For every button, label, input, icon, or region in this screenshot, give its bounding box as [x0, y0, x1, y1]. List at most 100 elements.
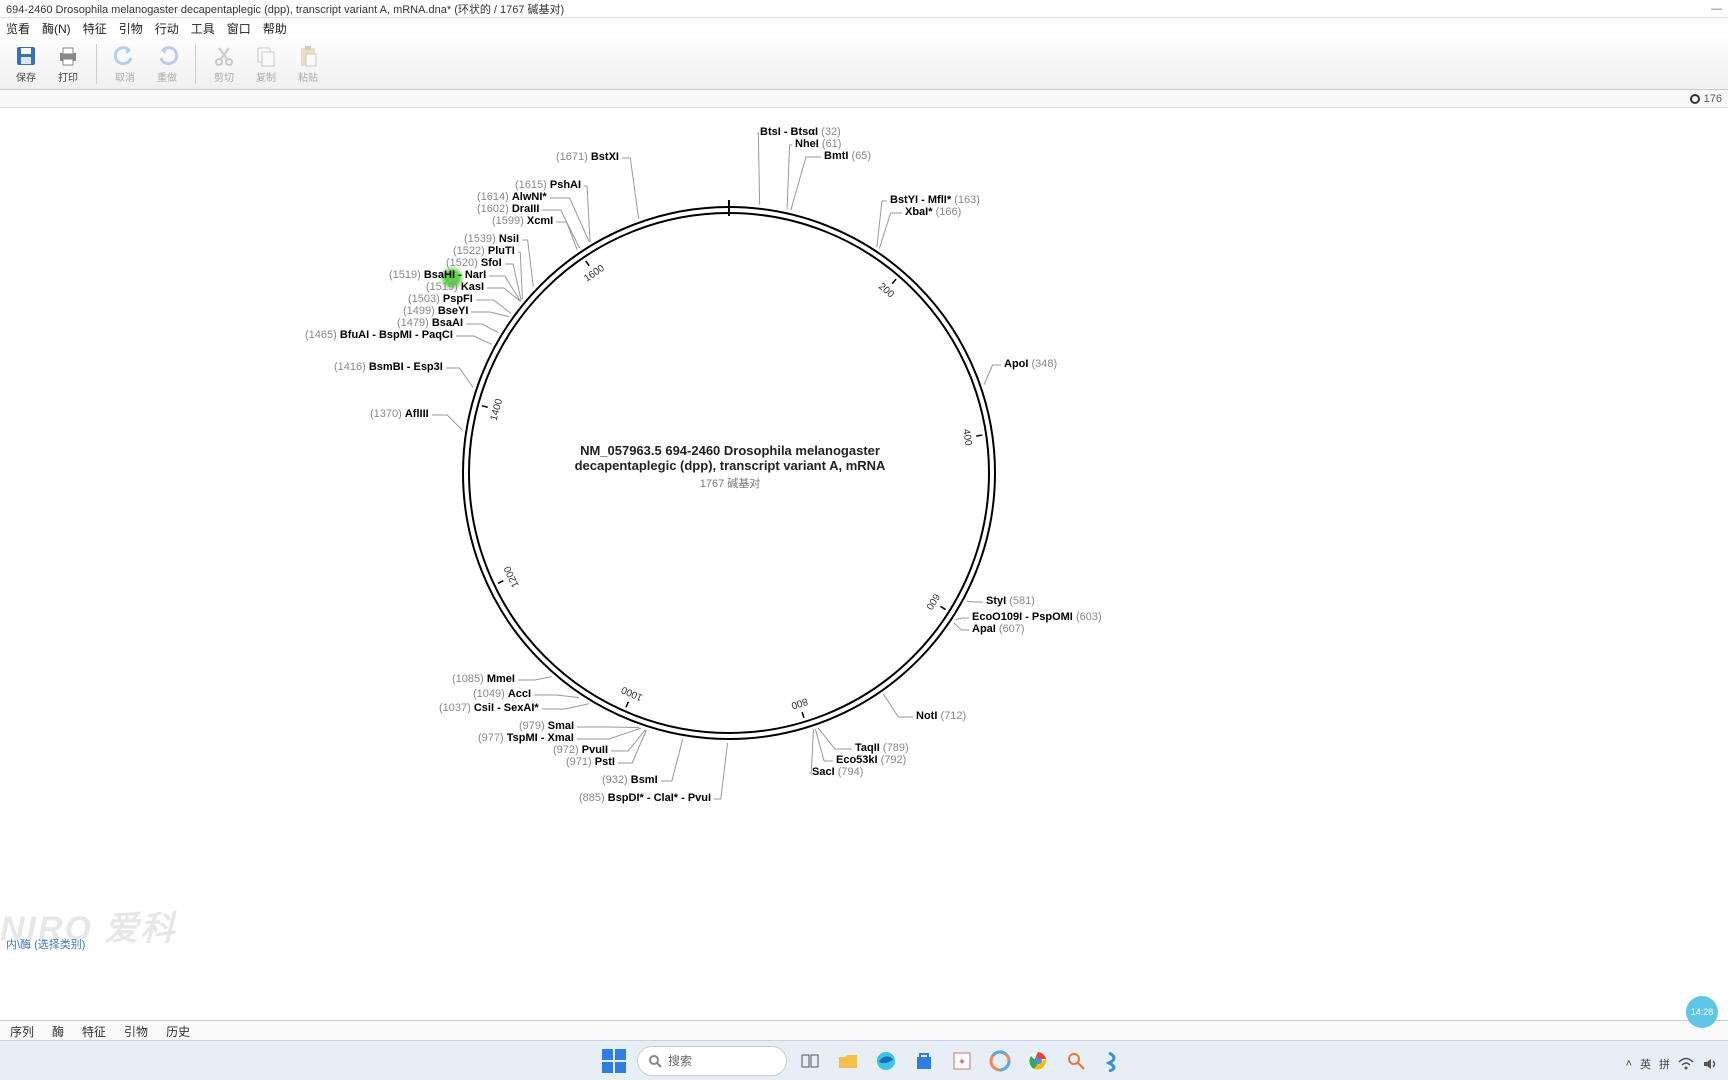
window-title: 694-2460 Drosophila melanogaster decapen… [6, 1, 564, 17]
edge-icon[interactable] [871, 1046, 901, 1076]
enzyme-site[interactable]: NheI (61) [795, 138, 841, 150]
enzyme-site[interactable]: EcoO109I - PspOMI (603) [972, 611, 1102, 623]
enzyme-site[interactable]: (1520) SfoI [446, 257, 502, 269]
store-icon[interactable] [909, 1046, 939, 1076]
enzyme-site[interactable]: BmtI (65) [824, 150, 871, 162]
enzyme-site[interactable]: (932) BsmI [602, 774, 658, 786]
undo-button[interactable]: 取消 [107, 42, 143, 86]
menu-actions[interactable]: 行动 [155, 20, 179, 36]
enzyme-site[interactable]: (885) BspDI* - ClaI* - PvuI [579, 792, 711, 804]
enzyme-site[interactable]: (1602) DraIII [477, 203, 539, 215]
wifi-icon[interactable] [1678, 1057, 1694, 1071]
title-bar: 694-2460 Drosophila melanogaster decapen… [0, 0, 1728, 18]
ime-lang[interactable]: 英 [1640, 1056, 1651, 1072]
menu-help[interactable]: 帮助 [263, 20, 287, 36]
paste-icon [296, 44, 320, 68]
enzyme-site[interactable]: (972) PvuII [553, 744, 608, 756]
start-button[interactable] [599, 1046, 629, 1076]
app3-icon[interactable] [1061, 1046, 1091, 1076]
enzyme-site[interactable]: XbaI* (166) [905, 206, 961, 218]
length-indicator: 176 [1704, 93, 1722, 105]
enzyme-site[interactable]: Eco53kI (792) [836, 754, 906, 766]
enzyme-site[interactable]: BstYI - MflI* (163) [890, 194, 980, 206]
enzyme-site[interactable]: (1614) AlwNI* [477, 191, 547, 203]
enzyme-site[interactable]: (1037) CsiI - SexAI* [439, 702, 539, 714]
enzyme-site[interactable]: StyI (581) [986, 595, 1035, 607]
paste-button[interactable]: 粘贴 [290, 42, 326, 86]
enzyme-site[interactable]: (1615) PshAI [515, 179, 581, 191]
enzyme-site[interactable]: (1085) MmeI [452, 673, 515, 685]
save-button[interactable]: 保存 [8, 42, 44, 86]
circular-icon [1690, 94, 1700, 104]
tab-enzymes[interactable]: 酶 [52, 1023, 64, 1038]
taskbar: 搜索 ✦ [0, 1040, 1728, 1080]
enzyme-site[interactable]: BtsI - BtsαI (32) [760, 126, 841, 138]
copy-button[interactable]: 复制 [248, 42, 284, 86]
taskbar-search[interactable]: 搜索 [637, 1046, 787, 1076]
redo-button[interactable]: 重做 [149, 42, 185, 86]
svg-text:800: 800 [789, 695, 809, 711]
enzyme-site[interactable]: (1465) BfuAI - BspMI - PaqCI [305, 329, 453, 341]
plasmid-canvas[interactable]: 2004006008001000120014001600 NM_057963.5… [0, 108, 1728, 1012]
menu-primers[interactable]: 引物 [119, 20, 143, 36]
menu-enzymes[interactable]: 酶(N) [42, 20, 71, 36]
enzyme-site[interactable]: (1599) XcmI [492, 215, 553, 227]
print-button[interactable]: 打印 [50, 42, 86, 86]
tab-sequence[interactable]: 序列 [10, 1023, 34, 1038]
enzyme-site[interactable]: (1479) BsaAI [397, 317, 463, 329]
svg-text:1000: 1000 [619, 683, 644, 702]
app1-icon[interactable]: ✦ [947, 1046, 977, 1076]
save-icon [14, 44, 38, 68]
tray-chevron-icon[interactable]: ˄ [1626, 1058, 1632, 1070]
enzyme-site[interactable]: (977) TspMI - XmaI [478, 732, 574, 744]
enzyme-site[interactable]: (1503) PspFI [408, 293, 473, 305]
cut-button[interactable]: 剪切 [206, 42, 242, 86]
menu-window[interactable]: 窗口 [227, 20, 251, 36]
enzyme-site[interactable]: ApaI (607) [972, 623, 1025, 635]
enzyme-site[interactable]: TaqII (789) [855, 742, 909, 754]
undo-icon [113, 44, 137, 68]
tab-primers[interactable]: 引物 [124, 1023, 148, 1038]
enzyme-site[interactable]: (1519) KasI [426, 281, 484, 293]
ime-method[interactable]: 拼 [1659, 1056, 1670, 1072]
enzyme-site[interactable]: (1499) BseYI [403, 305, 468, 317]
plasmid-title: NM_057963.5 694-2460 Drosophila melanoga… [530, 443, 930, 491]
svg-text:1200: 1200 [502, 564, 522, 589]
task-view-icon[interactable] [795, 1046, 825, 1076]
explorer-icon[interactable] [833, 1046, 863, 1076]
cut-icon [212, 44, 236, 68]
enzyme-site[interactable]: (979) SmaI [519, 720, 574, 732]
menu-bar: 览看 酶(N) 特征 引物 行动 工具 窗口 帮助 [0, 18, 1728, 38]
enzyme-site[interactable]: NotI (712) [916, 710, 966, 722]
info-bar: 176 [0, 90, 1728, 108]
minimize-button[interactable]: — [1711, 3, 1722, 15]
enzyme-site[interactable]: (971) PstI [566, 756, 615, 768]
system-tray: ˄ 英 拼 [1626, 1056, 1718, 1072]
enzyme-site[interactable]: (1519) BsaHI - NarI [389, 269, 486, 281]
svg-text:200: 200 [876, 281, 896, 301]
enzyme-site[interactable]: (1049) AccI [473, 688, 531, 700]
enzyme-site[interactable]: (1416) BsmBI - Esp3I [334, 361, 443, 373]
enzyme-site[interactable]: (1671) BstXI [556, 151, 619, 163]
enzyme-site[interactable]: (1522) PluTI [453, 245, 515, 257]
search-icon [648, 1054, 662, 1068]
svg-text:1400: 1400 [489, 397, 506, 422]
volume-icon[interactable] [1702, 1057, 1718, 1071]
menu-tools[interactable]: 工具 [191, 20, 215, 36]
menu-view[interactable]: 览看 [6, 20, 30, 36]
tab-features[interactable]: 特征 [82, 1023, 106, 1038]
enzyme-site[interactable]: (1539) NsiI [464, 233, 519, 245]
enzyme-site[interactable]: SacI (794) [812, 766, 863, 778]
clock-widget[interactable]: 14:28 [1686, 996, 1718, 1028]
enzyme-site[interactable]: ApoI (348) [1004, 358, 1057, 370]
redo-icon [155, 44, 179, 68]
chrome-icon[interactable] [1023, 1046, 1053, 1076]
print-icon [56, 44, 80, 68]
menu-features[interactable]: 特征 [83, 20, 107, 36]
svg-text:1600: 1600 [582, 263, 607, 285]
app2-icon[interactable] [985, 1046, 1015, 1076]
svg-text:✦: ✦ [958, 1057, 966, 1068]
snapgene-icon[interactable] [1099, 1046, 1129, 1076]
tab-history[interactable]: 历史 [166, 1023, 190, 1038]
enzyme-site[interactable]: (1370) AflIII [370, 408, 429, 420]
